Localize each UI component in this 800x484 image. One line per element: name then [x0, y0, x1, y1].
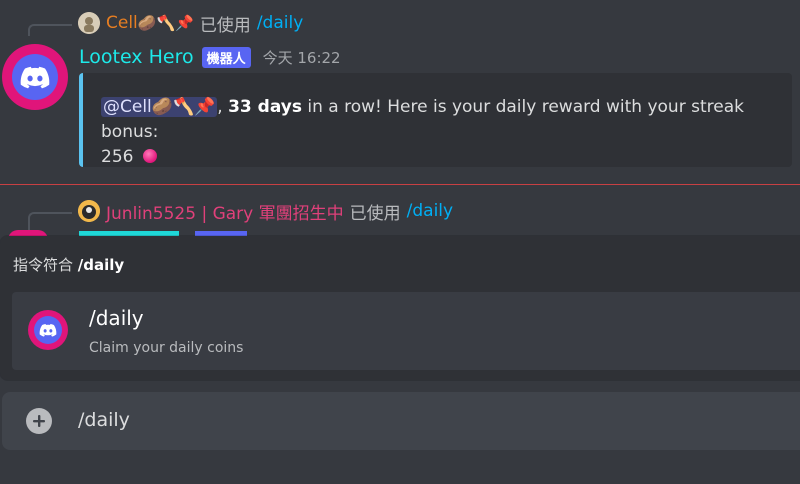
- streak-days: 33 days: [228, 97, 302, 117]
- reply-reference-2[interactable]: Junlin5525 | Gary 軍團招生中 已使用 /daily: [78, 198, 453, 224]
- message-input[interactable]: [78, 409, 778, 431]
- coin-icon: [142, 149, 157, 163]
- reply-avatar-2[interactable]: [78, 200, 100, 222]
- reply-used-label-2: 已使用: [349, 203, 401, 224]
- author-avatar[interactable]: [2, 44, 68, 110]
- reply-connector: [28, 24, 72, 36]
- bot-tag: 機器人: [201, 46, 251, 68]
- message-embed: @Cell🥔🪓📌, 33 days in a row! Here is your…: [79, 73, 792, 167]
- discord-icon: [20, 66, 50, 89]
- author-name[interactable]: Lootex Hero: [79, 46, 194, 68]
- reply-username[interactable]: Cell🥔🪓📌: [106, 13, 194, 33]
- reply-command-link[interactable]: /daily: [257, 13, 303, 33]
- command-app-avatar: [28, 310, 68, 350]
- command-autocomplete: 指令符合 /daily /daily Claim your daily coin…: [0, 236, 800, 380]
- reply-username-2[interactable]: Junlin5525 | Gary 軍團招生中: [106, 199, 344, 224]
- autocomplete-header: 指令符合 /daily: [13, 254, 124, 275]
- reply-reference[interactable]: Cell🥔🪓📌 已使用 /daily: [78, 10, 303, 36]
- user-avatar-icon: [78, 12, 100, 34]
- discord-icon: [39, 323, 57, 337]
- reply-username-emojis: 🥔🪓📌: [137, 14, 194, 32]
- message-timestamp: 今天 16:22: [262, 48, 341, 67]
- message-composer: [2, 392, 800, 450]
- autocomplete-header-prefix: 指令符合: [13, 256, 74, 274]
- embed-comma: ,: [217, 97, 223, 117]
- autocomplete-header-query: /daily: [77, 256, 125, 274]
- embed-description: @Cell🥔🪓📌, 33 days in a row! Here is your…: [101, 95, 772, 170]
- user-mention[interactable]: @Cell🥔🪓📌: [101, 97, 218, 117]
- command-description: Claim your daily coins: [89, 340, 244, 356]
- message-header: Lootex Hero 機器人 今天 16:22: [79, 44, 341, 70]
- user-avatar-icon: [78, 200, 100, 222]
- command-option-daily[interactable]: /daily Claim your daily coins: [12, 292, 800, 370]
- reply-avatar[interactable]: [78, 12, 100, 34]
- reply-used-label: 已使用: [199, 15, 251, 36]
- command-name: /daily: [89, 306, 144, 330]
- reply-command-link-2[interactable]: /daily: [407, 201, 453, 221]
- reply-username-text: Cell: [106, 13, 138, 33]
- new-messages-divider: [0, 184, 800, 185]
- plus-icon[interactable]: [26, 408, 52, 434]
- reward-amount: 256: [101, 147, 134, 167]
